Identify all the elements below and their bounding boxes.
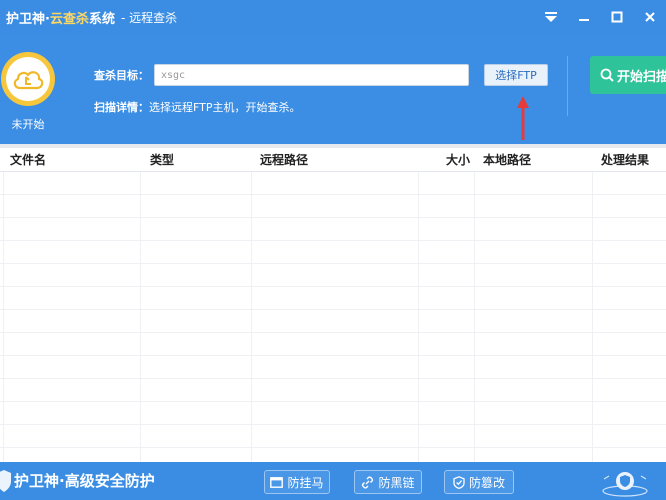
column-divider [418,172,419,462]
anti-blacklink-label: 防黑链 [378,475,415,490]
column-header-remote-path[interactable]: 远程路径 [260,148,308,172]
guardian-badge-icon [602,472,648,497]
column-header-result[interactable]: 处理结果 [601,148,649,172]
footer-slogan: 护卫神·高级安全防护 [14,472,155,490]
header-divider [567,56,568,116]
minimize-icon [578,19,589,21]
title-bar: 护卫神·云查杀系统 - 远程查杀 [0,0,666,34]
column-divider [3,172,4,462]
status-label: 未开始 [11,118,45,131]
scan-panel: 未开始 查杀目标： xsgc 选择FTP 扫描详情： 选择远程FTP主机，开始查… [0,34,666,144]
footer-bar: 护卫神·高级安全防护 防挂马 防黑链 防篡改 [0,462,666,500]
target-input[interactable]: xsgc [154,64,469,86]
cloud-icon [13,71,44,90]
anti-blacklink-button[interactable]: 防黑链 [354,470,422,494]
column-divider [251,172,252,462]
column-header-local-path[interactable]: 本地路径 [483,148,531,172]
table-row [0,264,666,287]
results-table: 文件名 类型 远程路径 大小 本地路径 处理结果 [0,148,666,462]
table-row [0,333,666,356]
start-scan-button[interactable]: 开始扫描 [590,56,666,94]
column-divider [474,172,475,462]
menu-icon [544,12,557,22]
shield-check-icon [453,475,465,489]
target-label: 查杀目标： [94,69,149,82]
table-row [0,310,666,333]
table-row [0,172,666,195]
app-title-brand: 护卫神· [6,11,50,27]
table-row [0,379,666,402]
anti-trojan-button[interactable]: 防挂马 [264,470,330,494]
anti-trojan-label: 防挂马 [287,475,324,490]
target-row: 查杀目标： [94,64,149,86]
maximize-icon [611,11,622,23]
anti-tamper-button[interactable]: 防篡改 [444,470,514,494]
shield-logo-icon [0,470,11,492]
detail-label: 扫描详情： [94,101,149,114]
table-row [0,241,666,264]
column-divider [140,172,141,462]
app-title: 护卫神·云查杀系统 [6,8,115,27]
search-icon [600,68,614,82]
target-input-value: xsgc [161,69,186,81]
detail-text: 选择远程FTP主机，开始查杀。 [149,101,301,114]
column-header-size[interactable]: 大小 [446,148,470,172]
app-title-suffix: 系统 [88,11,115,27]
minimize-button[interactable] [567,0,600,34]
table-row [0,287,666,310]
column-divider [592,172,593,462]
menu-button[interactable] [534,0,567,34]
anti-tamper-label: 防篡改 [468,475,505,490]
table-row [0,218,666,241]
up-arrow-icon [517,96,529,140]
select-ftp-button[interactable]: 选择FTP [484,64,548,86]
detail-row: 扫描详情： 选择远程FTP主机，开始查杀。 [94,99,301,115]
browser-icon [270,476,284,488]
table-row [0,402,666,425]
window-subtitle: - 远程查杀 [120,10,178,25]
column-header-type[interactable]: 类型 [150,148,174,172]
maximize-button[interactable] [600,0,633,34]
status-indicator [1,52,55,106]
table-header: 文件名 类型 远程路径 大小 本地路径 处理结果 [0,148,666,172]
table-row [0,356,666,379]
close-button[interactable] [633,0,666,34]
start-scan-label: 开始扫描 [617,69,666,85]
column-header-filename[interactable]: 文件名 [10,148,46,172]
window-controls [534,0,666,34]
app-title-accent: 云查杀 [49,11,89,27]
link-icon [362,475,374,489]
table-row [0,195,666,218]
table-row [0,425,666,448]
close-icon [644,12,655,22]
